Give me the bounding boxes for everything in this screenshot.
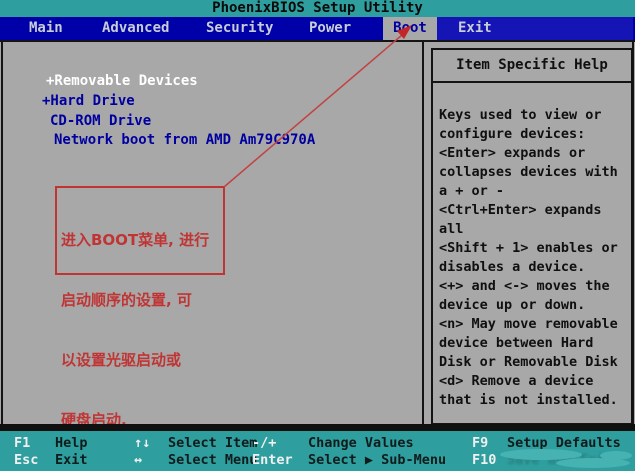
annotation-line: 启动顺序的设置, 可 — [61, 290, 223, 310]
help-text-line: <Enter> expands or — [439, 146, 585, 160]
item-specific-help-panel: Item Specific Help Keys used to view or … — [431, 48, 633, 425]
help-text-line: <+> and <-> moves the — [439, 279, 610, 293]
content-top-border — [0, 40, 635, 42]
annotation-line: 进入BOOT菜单, 进行 — [61, 230, 223, 250]
footer-key-esc: Esc — [14, 453, 38, 467]
help-text-line: <Shift + 1> enables or — [439, 241, 618, 255]
boot-item-removable-devices[interactable]: +Removable Devices — [46, 74, 198, 88]
footer-key-f1: F1 — [14, 436, 30, 450]
boot-item-hard-drive[interactable]: +Hard Drive — [42, 94, 135, 108]
help-text-line: that is not installed. — [439, 393, 618, 407]
bios-setup-screen: PhoenixBIOS Setup Utility Main Advanced … — [0, 0, 635, 471]
footer-separator — [0, 424, 635, 431]
footer-key-leftright-arrows-icon: ↔ — [134, 453, 142, 467]
menu-item-power[interactable]: Power — [309, 17, 351, 40]
annotation-line: 以设置光驱启动或 — [61, 350, 223, 370]
footer-desc-select-submenu: Select ▶ Sub-Menu — [308, 453, 446, 467]
annotation-box: 进入BOOT菜单, 进行 启动顺序的设置, 可 以设置光驱启动或 硬盘启动. — [55, 186, 225, 275]
menu-item-security[interactable]: Security — [206, 17, 273, 40]
menu-item-main[interactable]: Main — [29, 17, 63, 40]
footer-desc-exit: Exit — [55, 453, 88, 467]
footer-desc-select-menu: Select Menu — [168, 453, 257, 467]
app-title: PhoenixBIOS Setup Utility — [212, 0, 423, 16]
footer-desc-select-item: Select Item — [168, 436, 257, 450]
title-bar: PhoenixBIOS Setup Utility — [0, 0, 635, 17]
footer-key-updown-arrows-icon: ↑↓ — [134, 436, 150, 450]
smudge-blob — [600, 451, 632, 460]
help-text-line: <n> May move removable — [439, 317, 618, 331]
menu-bar: Main Advanced Security Power Boot Exit — [0, 17, 635, 40]
footer-key-f10: F10 — [472, 453, 496, 467]
footer-desc-change-values: Change Values — [308, 436, 414, 450]
content-left-border — [1, 40, 3, 426]
help-text-line: <d> Remove a device — [439, 374, 593, 388]
menu-item-advanced[interactable]: Advanced — [102, 17, 169, 40]
footer-key-legend: F1 Help ↑↓ Select Item -/+ Change Values… — [0, 431, 635, 471]
menu-item-boot-selected[interactable]: Boot — [383, 17, 437, 40]
help-text-line: Disk or Removable Disk — [439, 355, 618, 369]
footer-key-f9: F9 — [472, 436, 488, 450]
boot-item-network-boot[interactable]: Network boot from AMD Am79C970A — [54, 133, 315, 147]
help-text-line: collapses devices with — [439, 165, 618, 179]
help-text-line: configure devices: — [439, 127, 585, 141]
panel-divider — [422, 40, 424, 426]
help-text-line: <Ctrl+Enter> expands — [439, 203, 602, 217]
menu-item-exit[interactable]: Exit — [458, 17, 492, 40]
help-text-line: all — [439, 222, 463, 236]
help-text-line: Keys used to view or — [439, 108, 602, 122]
footer-key-minus-plus: -/+ — [252, 436, 276, 450]
help-text-line: disables a device. — [439, 260, 585, 274]
footer-desc-setup-defaults: Setup Defaults — [507, 436, 621, 450]
footer-key-enter: Enter — [252, 453, 293, 467]
help-text-line: a + or - — [439, 184, 504, 198]
help-panel-title: Item Specific Help — [433, 50, 631, 83]
help-text-line: device between Hard — [439, 336, 593, 350]
help-text-line: device up or down. — [439, 298, 585, 312]
footer-desc-help: Help — [55, 436, 88, 450]
boot-item-cdrom-drive[interactable]: CD-ROM Drive — [50, 114, 151, 128]
